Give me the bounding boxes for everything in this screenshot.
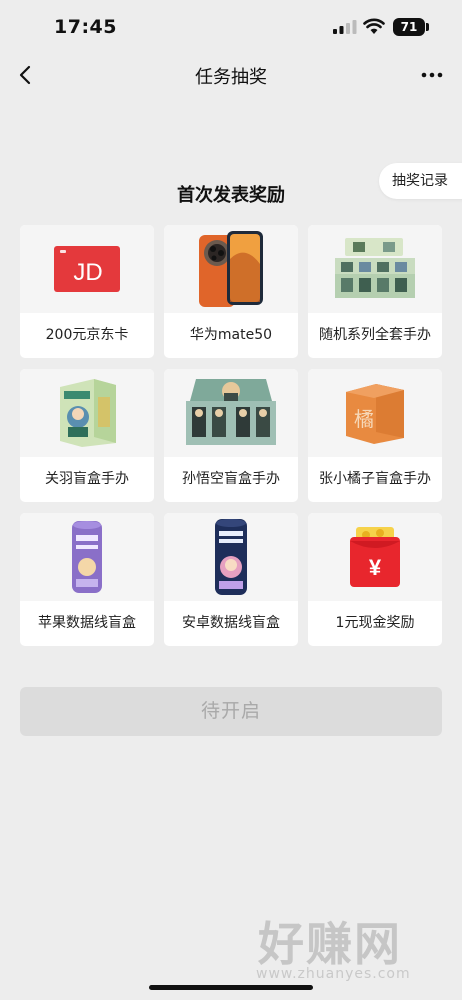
prize-name: 随机系列全套手办 [319,327,431,343]
figure-set-box-image [308,225,442,313]
figure-set-icon [335,238,415,298]
prize-card: JD 200元京东卡 [20,225,154,358]
prize-name: 关羽盲盒手办 [45,471,129,487]
prize-card: 安卓数据线盲盒 [164,513,298,646]
watermark-logo: 好赚网 [258,917,402,971]
cable-tube-purple-image [20,513,154,601]
phone-icon [199,231,263,307]
home-indicator[interactable] [149,985,313,990]
more-dots-icon [421,72,443,78]
phone-image [164,225,298,313]
status-bar: 17:45 71 [0,0,462,52]
prize-card: 孙悟空盲盒手办 [164,369,298,502]
prize-name: 张小橘子盲盒手办 [319,471,431,487]
pending-open-button[interactable]: 待开启 [20,687,442,736]
red-envelope-image: ¥ [308,513,442,601]
section-title: 首次发表奖励 [177,185,285,206]
prize-name: 安卓数据线盲盒 [182,615,280,631]
orange-box-image: 橘 [308,369,442,457]
prize-card: 随机系列全套手办 [308,225,442,358]
blind-box-icon [60,379,116,447]
status-time: 17:45 [54,16,117,38]
prize-name: 孙悟空盲盒手办 [182,471,280,487]
prize-card: 华为mate50 [164,225,298,358]
battery-cap [426,23,429,31]
cable-tube-purple-icon [72,521,102,593]
signal-icon [333,20,357,34]
display-box-icon [186,379,276,445]
prize-name: 苹果数据线盲盒 [38,615,136,631]
wifi-icon [363,18,385,34]
cable-tube-navy-image [164,513,298,601]
display-box-image [164,369,298,457]
prize-card: 关羽盲盒手办 [20,369,154,502]
nav-bar: 任务抽奖 [0,52,462,98]
prize-card: ¥ 1元现金奖励 [308,513,442,646]
prize-card: 橘 张小橘子盲盒手办 [308,369,442,502]
battery-level: 71 [400,20,418,34]
prize-card: 苹果数据线盲盒 [20,513,154,646]
cable-tube-navy-icon [215,519,247,595]
blind-box-image [20,369,154,457]
jd-logo-text: JD [73,259,102,286]
prize-name: 1元现金奖励 [335,615,415,631]
red-envelope-icon: ¥ [350,527,400,587]
more-button[interactable] [415,62,449,88]
orange-box-char: 橘 [354,407,374,431]
orange-box-icon: 橘 [346,384,404,444]
jd-card-icon: JD [54,246,120,292]
jd-card-image: JD [20,225,154,313]
prize-name: 200元京东卡 [45,327,129,343]
prize-name: 华为mate50 [189,327,273,343]
watermark-url: www.zhuanyes.com [256,966,411,982]
page-title: 任务抽奖 [195,67,267,88]
yuan-symbol: ¥ [369,555,382,580]
battery-icon: 71 [393,18,425,36]
